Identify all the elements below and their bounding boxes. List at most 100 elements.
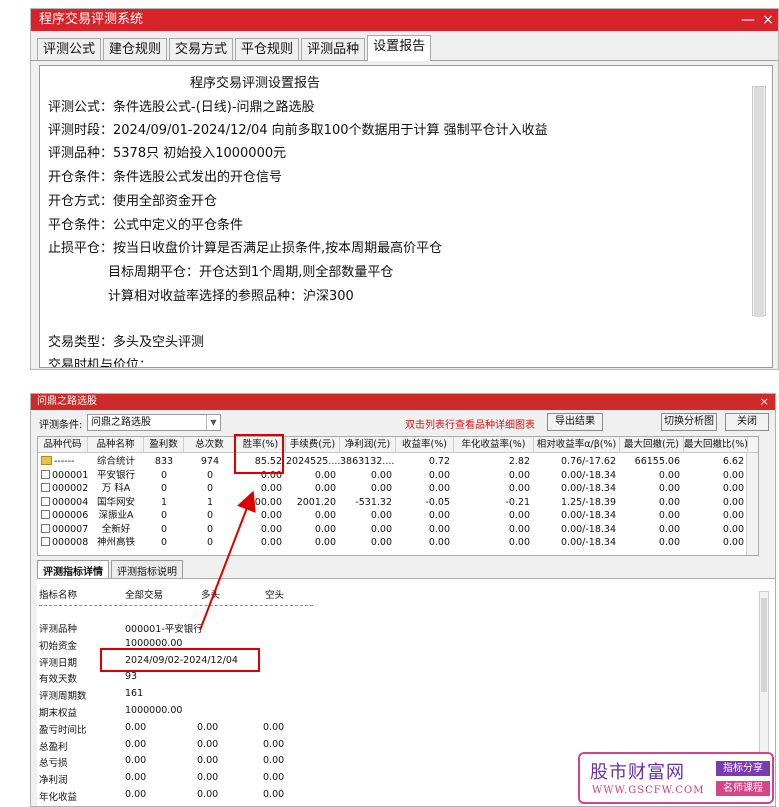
report-line-period: 评测时段：2024/09/01-2024/12/04 向前多取100个数据用于计…	[48, 123, 548, 138]
watermark-url: WWW.GSCFW.COM	[592, 785, 705, 796]
col-max-drawdown-ratio[interactable]: 最大回撤比(%)	[684, 437, 748, 453]
table-cell-text: 0.00	[428, 523, 450, 535]
row-checkbox[interactable]	[41, 496, 50, 506]
table-row[interactable]: 000006 深振业A 0 0 0.00 0.00 0.00 0.00 0.00 0.00/-18…	[38, 509, 758, 522]
report-line-stop-loss: 止损平仓：按当日收盘价计算是否满足止损条件,按本周期最高价平仓	[48, 241, 443, 256]
col-winrate[interactable]: 胜率(%)	[236, 437, 286, 453]
table-header-row: 品种代码 品种名称 盈利数 总次数 胜率(%) 手续费(元) 净利润(元) 收益…	[38, 437, 758, 453]
close-button[interactable]: 关闭	[725, 413, 769, 431]
switch-chart-button[interactable]: 切换分析图	[661, 413, 717, 431]
close-icon[interactable]: ×	[760, 394, 769, 410]
table-row[interactable]: 000007 全新好 0 0 0.00 0.00 0.00 0.00 0.00 0.00/-18.…	[38, 523, 758, 536]
col-total[interactable]: 总次数	[184, 437, 236, 453]
table-cell-text: 0	[206, 510, 214, 521]
scrollbar-thumb[interactable]	[761, 598, 767, 692]
tab-settings-report[interactable]: 设置报告	[367, 35, 432, 61]
row-checkbox[interactable]	[41, 523, 50, 533]
table-cell-text: 0.00	[722, 483, 744, 494]
col-annual-return[interactable]: 年化收益率(%)	[454, 437, 534, 453]
row-checkbox[interactable]	[41, 510, 50, 519]
detail-metric-value: 0.00	[263, 721, 285, 733]
table-cell: 0.00	[236, 509, 286, 522]
detail-metric-value: 0.00	[197, 721, 219, 733]
table-cell-text: 100.00	[248, 496, 282, 508]
col-fee[interactable]: 手续费(元)	[286, 437, 340, 453]
tab-close-rules[interactable]: 平仓规则	[235, 38, 300, 60]
row-checkbox[interactable]	[41, 537, 50, 546]
col-code[interactable]: 品种代码	[38, 437, 88, 453]
table-cell-text: 2.82	[508, 456, 530, 467]
table-cell: 0.00	[236, 482, 286, 495]
export-results-button[interactable]: 导出结果	[547, 413, 603, 431]
close-icon[interactable]: ×	[758, 9, 778, 31]
table-cell-text: 0	[160, 469, 168, 481]
table-row[interactable]: ------ 综合统计 833 974 85.52 2024525.... 3863132.…	[38, 455, 758, 468]
tab-metric-details[interactable]: 评测指标详情	[37, 560, 109, 578]
settings-report-panel[interactable]: 程序交易评测设置报告 评测公式：条件选股公式-(日线)-问鼎之路选股 评测时段：…	[39, 65, 773, 368]
detail-metric-value: 161	[125, 688, 144, 700]
detail-metric-value: 0.00	[125, 721, 147, 733]
chevron-down-icon[interactable]: ▼	[206, 415, 220, 430]
condition-select[interactable]: 问鼎之路选股 ▼	[87, 414, 221, 431]
table-cell-text: 全新好	[101, 523, 131, 535]
detail-metric-value: 1000000.00	[125, 637, 183, 649]
detail-metric-value: 2024/09/02-2024/12/04	[125, 654, 238, 666]
detail-metric-value: 0.00	[125, 789, 147, 800]
table-cell-text: 平安银行	[96, 469, 135, 481]
col-net-profit[interactable]: 净利润(元)	[340, 437, 396, 453]
table-cell: 0	[184, 509, 236, 522]
table-cell: 0.00	[684, 496, 748, 509]
table-cell-text: 0.00	[260, 510, 282, 521]
tab-metric-explanation[interactable]: 评测指标说明	[111, 560, 183, 578]
table-row[interactable]: 000008 神州高铁 0 0 0.00 0.00 0.00 0.00 0.00 0.00/-18…	[38, 536, 758, 549]
minimize-icon[interactable]: —	[738, 9, 758, 31]
report-line-target-period: 目标周期平仓：开仓达到1个周期,则全部数量平仓	[108, 265, 394, 280]
table-cell: -0.05	[396, 496, 454, 509]
row-checkbox[interactable]	[41, 483, 50, 492]
detail-col-all: 全部交易	[125, 590, 164, 601]
table-cell-text: 0.00	[508, 469, 530, 481]
table-cell-text: 0.00	[428, 537, 450, 548]
table-cell-text: 0	[160, 483, 168, 494]
detail-metric-value: 0.00	[197, 738, 219, 750]
table-cell-text: 974	[200, 456, 220, 467]
table-cell: 0.00	[286, 523, 340, 536]
col-relative-return[interactable]: 相对收益率α/β(%)	[534, 437, 620, 453]
detail-metric-value: 1000000.00	[125, 705, 183, 716]
table-cell-text: ------	[54, 456, 75, 467]
report-line-formula: 评测公式：条件选股公式-(日线)-问鼎之路选股	[48, 100, 315, 115]
results-table[interactable]: 品种代码 品种名称 盈利数 总次数 胜率(%) 手续费(元) 净利润(元) 收益…	[37, 436, 759, 556]
table-cell-text: 0.00	[260, 469, 282, 481]
row-checkbox[interactable]	[41, 469, 50, 479]
report-line-benchmark: 计算相对收益率选择的参照品种：沪深300	[108, 289, 354, 304]
scrollbar-thumb[interactable]	[754, 87, 764, 317]
detail-metric-name: 有效天数	[39, 674, 78, 686]
tab-trade-mode[interactable]: 交易方式	[169, 38, 234, 60]
col-wins[interactable]: 盈利数	[144, 437, 184, 453]
detail-metric-name: 总盈利	[39, 741, 68, 753]
table-cell-text: 0.00/-18.34	[561, 523, 616, 535]
table-cell-text: 0.72	[428, 456, 450, 467]
table-cell: 0.00	[236, 469, 286, 482]
table-scrollbar[interactable]	[746, 453, 758, 555]
table-cell-text: 0	[206, 469, 214, 481]
col-name[interactable]: 品种名称	[88, 437, 144, 453]
table-cell: 0	[184, 469, 236, 482]
tab-formula[interactable]: 评测公式	[37, 38, 102, 60]
table-cell-text: 0.00	[260, 483, 282, 494]
table-row[interactable]: 000001 平安银行 0 0 0.00 0.00 0.00 0.00 0.00 0.00/-18…	[38, 469, 758, 482]
table-cell-text: 0.00	[722, 537, 744, 548]
report-scrollbar[interactable]	[752, 86, 766, 317]
tab-instruments[interactable]: 评测品种	[301, 38, 366, 60]
col-max-drawdown[interactable]: 最大回撤(元)	[620, 437, 684, 453]
table-cell: 0.00	[340, 509, 396, 522]
table-cell-text: -531.32	[355, 496, 392, 508]
report-heading: 程序交易评测设置报告	[190, 76, 321, 91]
table-row[interactable]: 000002 万 科A 0 0 0.00 0.00 0.00 0.00 0.00 0.00/-18…	[38, 482, 758, 495]
table-cell-text: 0.00	[658, 483, 680, 494]
col-return[interactable]: 收益率(%)	[396, 437, 454, 453]
table-cell: 833	[144, 455, 184, 468]
table-row[interactable]: 000004 国华网安 1 1 100.00 2001.20 -531.32 -0.05 -0.…	[38, 496, 758, 509]
table-cell-text: 0.76/-17.62	[561, 456, 616, 467]
tab-open-rules[interactable]: 建仓规则	[103, 38, 168, 60]
